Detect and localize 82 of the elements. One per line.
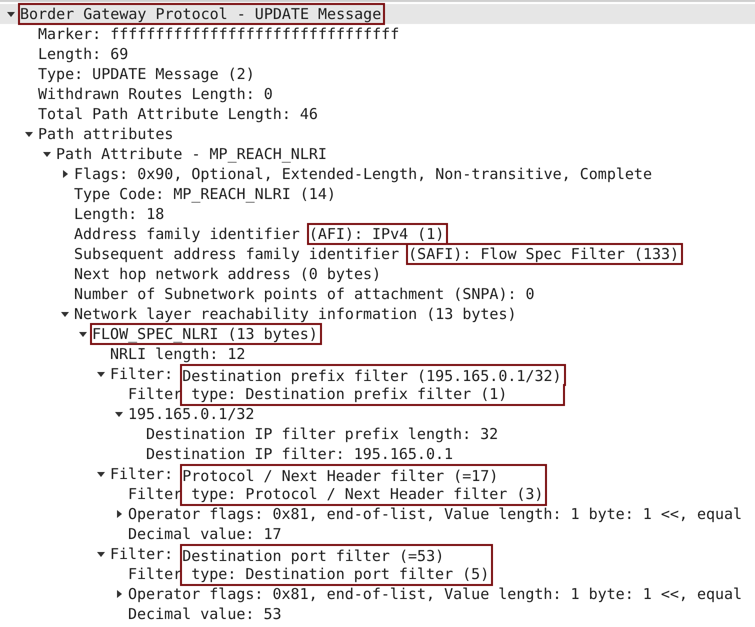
field-text: Marker: ffffffffffffffffffffffffffffffff	[38, 25, 400, 43]
tree-row[interactable]: NRLI length: 12	[0, 344, 755, 364]
caret-down-icon[interactable]	[96, 469, 106, 479]
caret-down-icon[interactable]	[42, 149, 52, 159]
caret-down-icon[interactable]	[78, 329, 88, 339]
tree-row[interactable]: Filter type: Destination prefix filter (1)	[0, 384, 755, 404]
tree-row[interactable]: Next hop network address (0 bytes)	[0, 264, 755, 284]
field-text: NRLI length: 12	[110, 345, 246, 363]
tree-row[interactable]: Filter: Destination port filter (=53)	[0, 544, 755, 564]
tree-row[interactable]: 195.165.0.1/32	[0, 404, 755, 424]
field-text: Filter	[128, 385, 182, 403]
tree-row[interactable]: Type: UPDATE Message (2)	[0, 64, 755, 84]
tree-row[interactable]: Path Attribute - MP_REACH_NLRI	[0, 144, 755, 164]
field-text: Decimal value: 53	[128, 605, 282, 623]
field-text: Operator flags: 0x81, end-of-list, Value length: 1 byte: 1 <<, equal	[128, 585, 742, 603]
field-text: Length: 18	[74, 205, 164, 223]
caret-down-icon[interactable]	[24, 129, 34, 139]
field-text: Filter:	[110, 365, 174, 383]
tree-row[interactable]: Marker: ffffffffffffffffffffffffffffffff	[0, 24, 755, 44]
field-text: Filter	[128, 485, 182, 503]
tree-row[interactable]: Operator flags: 0x81, end-of-list, Value length: 1 byte: 1 <<, equal	[0, 584, 755, 604]
caret-right-icon[interactable]	[114, 589, 124, 599]
annotation-box: Destination prefix filter (195.165.0.1/32)	[180, 364, 566, 386]
tree-row[interactable]: Operator flags: 0x81, end-of-list, Value length: 1 byte: 1 <<, equal	[0, 504, 755, 524]
field-text: Destination IP filter: 195.165.0.1	[146, 445, 454, 463]
annotation-box: Protocol / Next Header filter (=17)	[180, 464, 548, 486]
tree-row[interactable]: Total Path Attribute Length: 46	[0, 104, 755, 124]
tree-row[interactable]: Flags: 0x90, Optional, Extended-Length, Non-transitive, Complete	[0, 164, 755, 184]
field-text: Operator flags: 0x81, end-of-list, Value length: 1 byte: 1 <<, equal	[128, 505, 742, 523]
field-text: Network layer reachability information (13 bytes)	[74, 305, 517, 323]
caret-down-icon[interactable]	[96, 549, 106, 559]
tree-row[interactable]: Filter type: Protocol / Next Header filter (3)	[0, 484, 755, 504]
tree-row[interactable]: Decimal value: 17	[0, 524, 755, 544]
tree-row[interactable]: Filter: Destination prefix filter (195.165.0.1/32)	[0, 364, 755, 384]
annotation-box: Destination port filter (=53)	[180, 544, 494, 566]
annotation-box: (SAFI): Flow Spec Filter (133)	[406, 243, 684, 265]
caret-right-icon[interactable]	[114, 509, 124, 519]
field-text: Withdrawn Routes Length: 0	[38, 85, 273, 103]
tree-row[interactable]: FLOW_SPEC_NLRI (13 bytes)	[0, 324, 755, 344]
tree-row[interactable]: Destination IP filter prefix length: 32	[0, 424, 755, 444]
field-text: Subsequent address family identifier	[74, 245, 400, 263]
field-text: Path Attribute - MP_REACH_NLRI	[56, 145, 327, 163]
tree-row[interactable]: Destination IP filter: 195.165.0.1	[0, 444, 755, 464]
annotation-box: type: Destination port filter (5)	[180, 564, 494, 586]
annotation-box: Border Gateway Protocol - UPDATE Message	[18, 3, 386, 25]
caret-down-icon[interactable]	[96, 369, 106, 379]
tree-row[interactable]: Address family identifier (AFI): IPv4 (1)	[0, 224, 755, 244]
caret-right-icon[interactable]	[60, 169, 70, 179]
field-text: Type: UPDATE Message (2)	[38, 65, 255, 83]
field-text: Type Code: MP_REACH_NLRI (14)	[74, 185, 336, 203]
field-text: Destination IP filter prefix length: 32	[146, 425, 498, 443]
tree-row[interactable]: Network layer reachability information (13 bytes)	[0, 304, 755, 324]
field-text: Address family identifier	[74, 225, 301, 243]
tree-row[interactable]: Number of Subnetwork points of attachment (SNPA): 0	[0, 284, 755, 304]
tree-row[interactable]: Filter type: Destination port filter (5)	[0, 564, 755, 584]
caret-down-icon[interactable]	[114, 409, 124, 419]
annotation-box: type: Protocol / Next Header filter (3)	[180, 484, 548, 506]
tree-row[interactable]: Withdrawn Routes Length: 0	[0, 84, 755, 104]
field-text: Filter:	[110, 465, 174, 483]
field-text: 195.165.0.1/32	[128, 405, 254, 423]
field-text: Filter	[128, 565, 182, 583]
field-text: Flags: 0x90, Optional, Extended-Length, Non-transitive, Complete	[74, 165, 652, 183]
field-text: Filter:	[110, 545, 174, 563]
caret-down-icon[interactable]	[60, 309, 70, 319]
annotation-box: (AFI): IPv4 (1)	[306, 223, 448, 245]
tree-row[interactable]: Decimal value: 53	[0, 604, 755, 624]
field-text: Length: 69	[38, 45, 128, 63]
tree-row[interactable]: Path attributes	[0, 124, 755, 144]
annotation-box: FLOW_SPEC_NLRI (13 bytes)	[90, 323, 322, 345]
caret-down-icon[interactable]	[6, 9, 16, 19]
tree-row[interactable]: Filter: Protocol / Next Header filter (=17)	[0, 464, 755, 484]
tree-row[interactable]: Subsequent address family identifier (SAFI): Flow Spec Filter (133)	[0, 244, 755, 264]
field-text: Next hop network address (0 bytes)	[74, 265, 382, 283]
tree-row[interactable]: Length: 69	[0, 44, 755, 64]
tree-row[interactable]: Type Code: MP_REACH_NLRI (14)	[0, 184, 755, 204]
field-text: Total Path Attribute Length: 46	[38, 105, 318, 123]
tree-row[interactable]: Border Gateway Protocol - UPDATE Message	[0, 4, 755, 24]
tree-row[interactable]: Length: 18	[0, 204, 755, 224]
field-text: Path attributes	[38, 125, 174, 143]
annotation-box: type: Destination prefix filter (1)	[180, 384, 566, 406]
field-text: Decimal value: 17	[128, 525, 282, 543]
field-text: Number of Subnetwork points of attachment (SNPA): 0	[74, 285, 535, 303]
